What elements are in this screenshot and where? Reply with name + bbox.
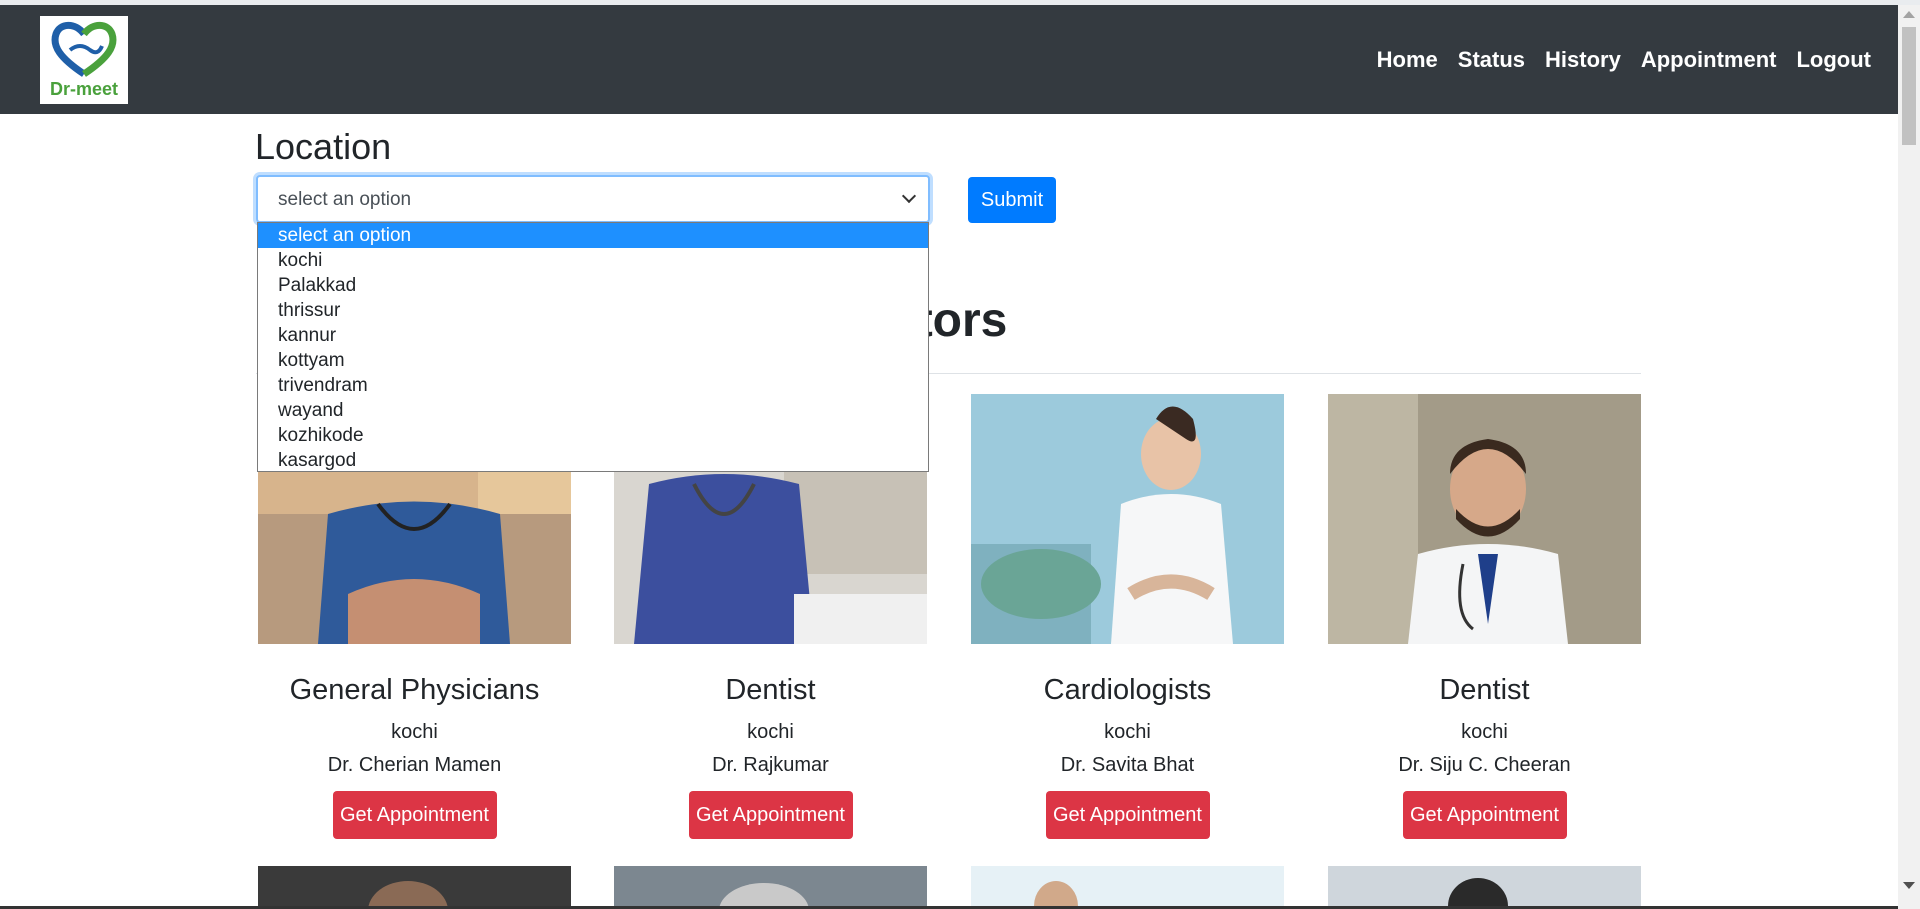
doctor-name: Dr. Siju C. Cheeran: [1398, 754, 1571, 776]
navbar: Dr-meet Home Status History Appointment …: [0, 5, 1898, 114]
doctor-specialty: Dentist: [725, 674, 816, 706]
doctor-specialty: Dentist: [1439, 674, 1530, 706]
dropdown-option[interactable]: kannur: [258, 323, 928, 348]
doctor-card: Dentist kochi Dr. Siju C. Cheeran Get Ap…: [1328, 394, 1641, 839]
nav-logout[interactable]: Logout: [1796, 47, 1871, 73]
doctor-name: Dr. Savita Bhat: [1060, 754, 1195, 776]
logo-text: Dr-meet: [49, 79, 119, 99]
nav-home[interactable]: Home: [1377, 47, 1438, 73]
doctor-name: Dr. Cherian Mamen: [327, 754, 502, 776]
dropdown-option[interactable]: thrissur: [258, 298, 928, 323]
dropdown-option[interactable]: trivendram: [258, 373, 928, 398]
doctor-name: Dr. Rajkumar: [712, 754, 829, 776]
dropdown-option[interactable]: kasargod: [258, 448, 928, 473]
nav-history[interactable]: History: [1545, 47, 1621, 73]
doctor-city: kochi: [1461, 721, 1508, 743]
get-appointment-button[interactable]: Get Appointment: [1402, 791, 1567, 839]
nav-links: Home Status History Appointment Logout: [1377, 47, 1871, 73]
doctor-card: Cardiologists kochi Dr. Savita Bhat Get …: [971, 394, 1284, 839]
doctor-city: kochi: [1104, 721, 1151, 743]
submit-button[interactable]: Submit: [968, 177, 1056, 223]
location-select[interactable]: select an option: [256, 175, 930, 223]
page-scrollbar[interactable]: [1898, 5, 1920, 909]
dropdown-option[interactable]: wayand: [258, 398, 928, 423]
doctor-city: kochi: [391, 721, 438, 743]
get-appointment-button[interactable]: Get Appointment: [332, 791, 497, 839]
doctor-photo: [258, 866, 571, 909]
dropdown-option[interactable]: kottyam: [258, 348, 928, 373]
site-logo[interactable]: Dr-meet: [40, 16, 128, 104]
dropdown-option[interactable]: Palakkad: [258, 273, 928, 298]
doctor-specialty: Cardiologists: [1043, 674, 1212, 706]
doctor-photo: [971, 866, 1284, 909]
heart-hands-icon: [51, 21, 117, 77]
scroll-down-arrow-icon[interactable]: [1903, 882, 1915, 889]
dropdown-option[interactable]: select an option: [258, 223, 928, 248]
chevron-down-icon: [901, 188, 917, 204]
location-select-value: select an option: [278, 189, 412, 210]
doctor-photo: [1328, 866, 1641, 909]
dropdown-option[interactable]: kochi: [258, 248, 928, 273]
nav-appointment[interactable]: Appointment: [1641, 47, 1777, 73]
doctor-photo: [1328, 394, 1641, 644]
location-label: Location: [255, 126, 392, 167]
doctor-photo: [614, 866, 927, 909]
get-appointment-button[interactable]: Get Appointment: [1045, 791, 1210, 839]
nav-status[interactable]: Status: [1458, 47, 1525, 73]
location-dropdown-list: select an option kochi Palakkad thrissur…: [257, 222, 929, 472]
doctor-specialty: General Physicians: [289, 674, 540, 706]
doctor-photo: [971, 394, 1284, 644]
dropdown-option[interactable]: kozhikode: [258, 423, 928, 448]
scroll-up-arrow-icon[interactable]: [1903, 11, 1915, 18]
get-appointment-button[interactable]: Get Appointment: [688, 791, 853, 839]
scroll-thumb[interactable]: [1902, 27, 1916, 145]
doctor-city: kochi: [747, 721, 794, 743]
